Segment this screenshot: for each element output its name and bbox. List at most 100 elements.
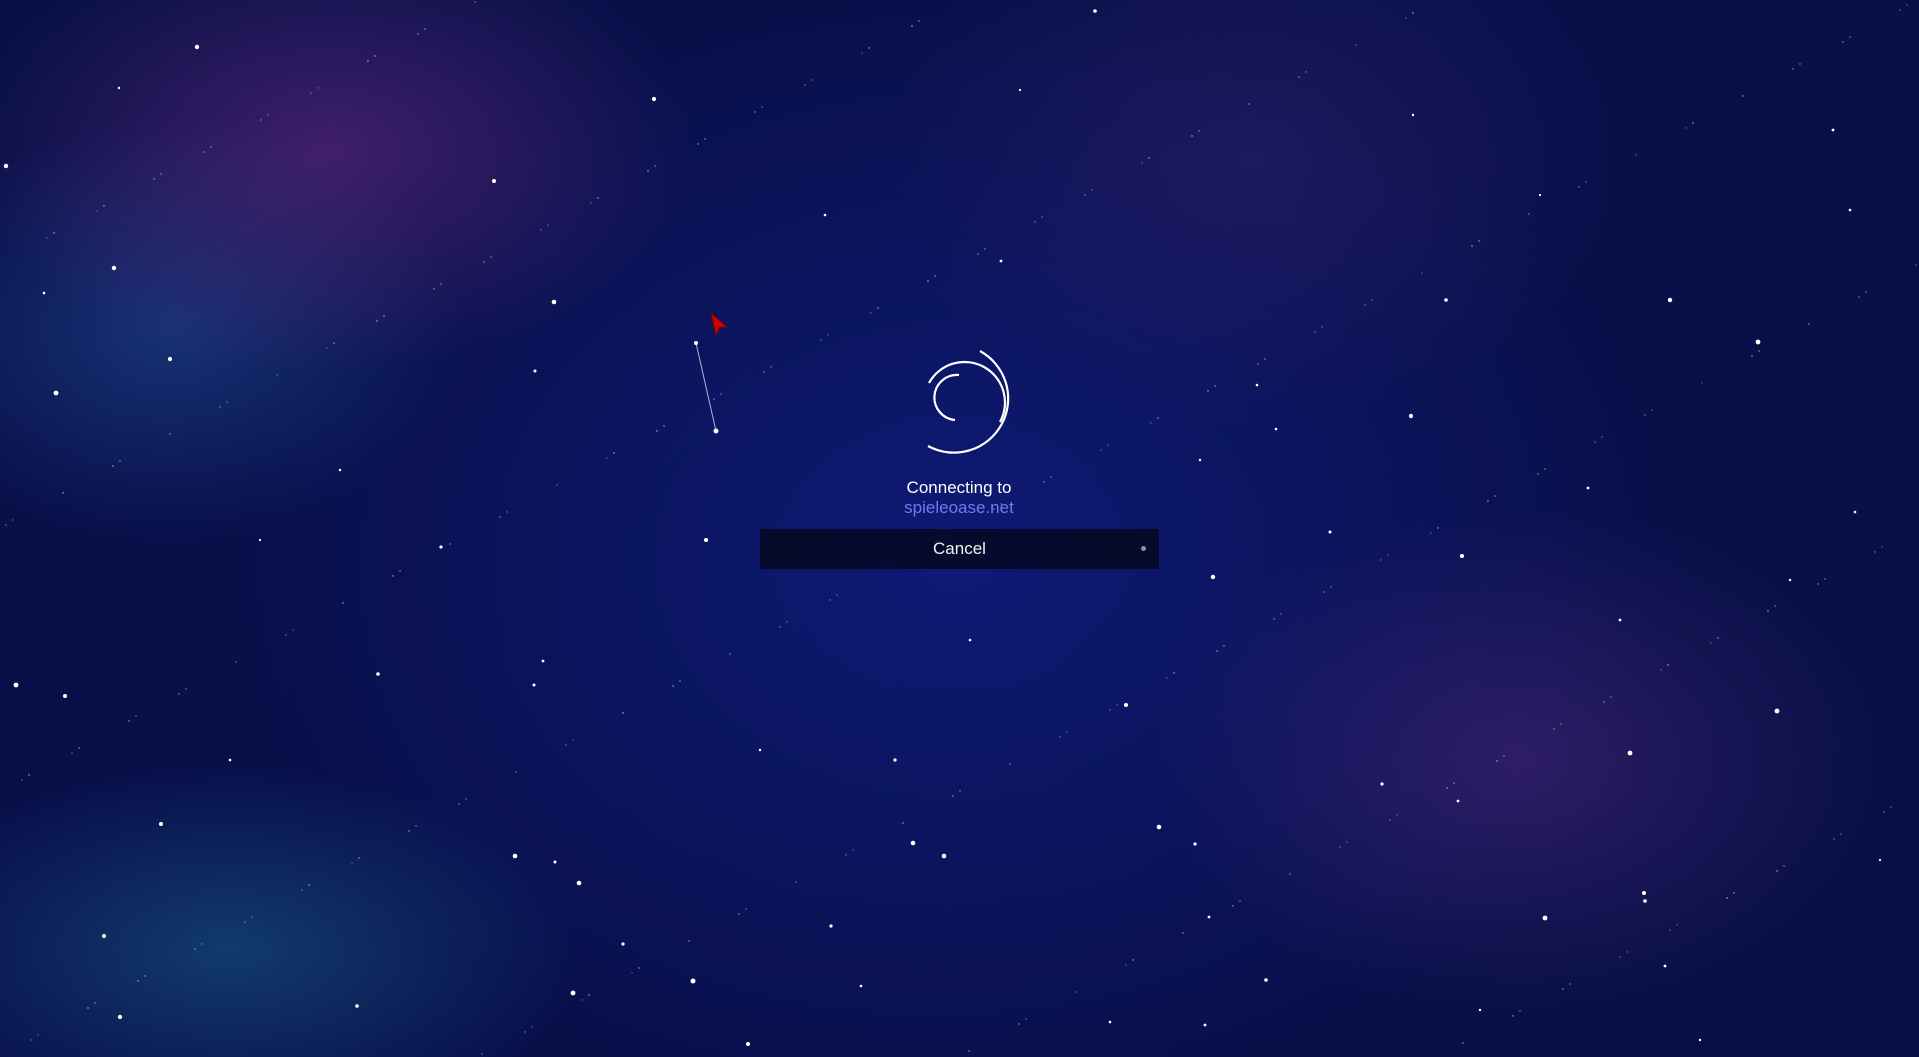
star xyxy=(440,283,442,285)
star xyxy=(1323,591,1325,593)
star xyxy=(1601,436,1603,438)
star xyxy=(1132,959,1134,961)
star xyxy=(128,720,130,722)
star xyxy=(260,119,262,121)
star xyxy=(786,621,788,623)
star xyxy=(62,492,64,494)
star xyxy=(1865,291,1867,293)
star xyxy=(565,744,567,746)
star xyxy=(1642,891,1646,895)
star xyxy=(977,253,979,255)
star xyxy=(690,978,696,984)
star xyxy=(96,210,98,212)
star xyxy=(829,599,831,601)
star xyxy=(934,275,936,277)
star xyxy=(556,484,558,486)
star xyxy=(226,401,228,403)
star xyxy=(968,1050,970,1052)
star xyxy=(63,694,67,698)
star xyxy=(811,79,813,81)
star xyxy=(1906,4,1908,6)
star xyxy=(433,288,435,290)
star xyxy=(1717,637,1719,639)
star xyxy=(308,884,310,886)
star xyxy=(1355,44,1357,46)
star xyxy=(1214,385,1216,387)
star xyxy=(761,106,763,108)
star xyxy=(102,934,106,938)
star xyxy=(103,205,105,207)
star xyxy=(374,55,376,57)
star xyxy=(1025,1018,1027,1020)
star xyxy=(1496,760,1498,762)
star xyxy=(581,999,583,1001)
star xyxy=(383,315,385,317)
star xyxy=(1519,1010,1521,1012)
star xyxy=(301,889,303,891)
star xyxy=(1542,915,1548,921)
star xyxy=(804,84,806,86)
star xyxy=(1232,905,1234,907)
star xyxy=(1585,181,1587,183)
star xyxy=(13,682,19,688)
star xyxy=(1444,298,1448,302)
star xyxy=(1603,701,1605,703)
star xyxy=(1537,473,1539,475)
star xyxy=(1207,915,1211,919)
star xyxy=(178,693,180,695)
star xyxy=(1066,731,1068,733)
star xyxy=(590,202,592,204)
star xyxy=(1430,532,1432,534)
star xyxy=(1330,586,1332,588)
star xyxy=(153,178,155,180)
star xyxy=(117,86,121,90)
star xyxy=(1783,865,1785,867)
star xyxy=(1560,723,1562,725)
star xyxy=(1034,221,1036,223)
star xyxy=(1586,486,1590,490)
star xyxy=(672,685,674,687)
mouse-cursor-icon xyxy=(710,311,729,337)
cancel-button[interactable]: Cancel xyxy=(760,529,1159,569)
star xyxy=(267,114,269,116)
star xyxy=(1569,983,1571,985)
star xyxy=(351,862,353,864)
star xyxy=(1156,824,1162,830)
star xyxy=(285,634,287,636)
star xyxy=(219,406,221,408)
star xyxy=(631,972,633,974)
star xyxy=(1774,605,1776,607)
star xyxy=(910,840,916,846)
star xyxy=(836,594,838,596)
star xyxy=(1562,988,1564,990)
star xyxy=(1755,339,1761,345)
star xyxy=(310,92,312,94)
star xyxy=(697,143,699,145)
star xyxy=(1627,750,1633,756)
star xyxy=(94,1002,96,1004)
star xyxy=(376,320,378,322)
star xyxy=(1125,964,1127,966)
star xyxy=(1849,36,1851,38)
star xyxy=(918,20,920,22)
star xyxy=(1626,951,1628,953)
star xyxy=(1075,991,1077,993)
star xyxy=(927,280,929,282)
star xyxy=(1808,323,1810,325)
star xyxy=(1321,326,1323,328)
server-host: spieleoase.net xyxy=(904,498,1014,517)
connecting-label: Connecting to xyxy=(906,478,1012,497)
star xyxy=(1216,650,1218,652)
star xyxy=(1210,574,1216,580)
star xyxy=(1041,216,1043,218)
star xyxy=(1305,71,1307,73)
star xyxy=(515,771,517,773)
star xyxy=(1411,113,1415,117)
star xyxy=(606,457,608,459)
star xyxy=(228,758,232,762)
star xyxy=(1792,68,1794,70)
star xyxy=(679,680,681,682)
star xyxy=(1280,613,1282,615)
star xyxy=(1182,932,1184,934)
star xyxy=(512,853,518,859)
